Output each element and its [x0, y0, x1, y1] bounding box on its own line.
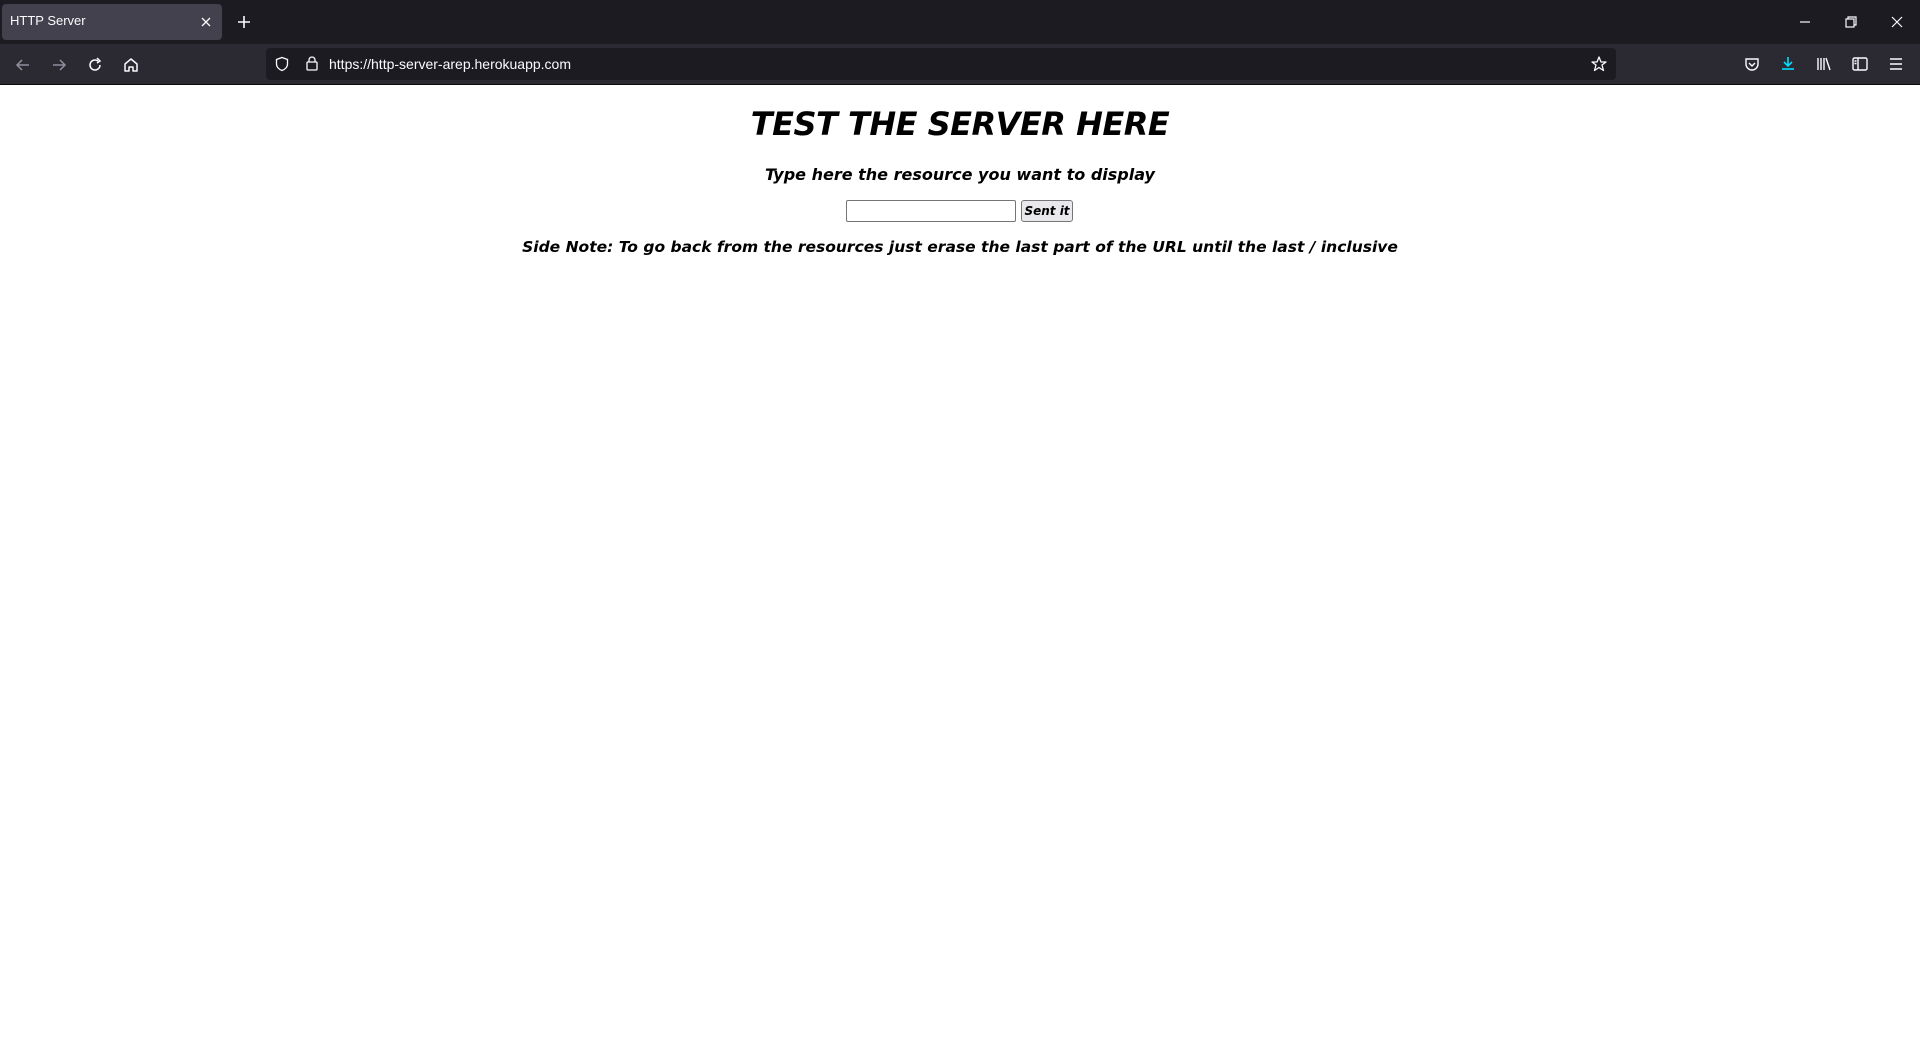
page-content: TEST THE SERVER HERE Type here the resou… — [0, 85, 1920, 1040]
tab-title: HTTP Server — [10, 13, 86, 28]
url-text[interactable]: https://http-server-arep.herokuapp.com — [329, 56, 571, 72]
resource-form: Sent it — [846, 200, 1076, 224]
new-tab-icon[interactable] — [236, 14, 252, 30]
close-window-icon[interactable] — [1889, 14, 1905, 30]
close-tab-icon[interactable] — [200, 16, 212, 28]
resource-input[interactable] — [846, 200, 1016, 222]
minimize-icon[interactable] — [1797, 14, 1813, 30]
tab-bar: HTTP Server — [0, 0, 1920, 44]
back-arrow-icon[interactable] — [14, 56, 32, 74]
navigation-toolbar: https://http-server-arep.herokuapp.com — [0, 44, 1920, 84]
page-title: TEST THE SERVER HERE — [750, 105, 1170, 143]
library-icon[interactable] — [1815, 55, 1833, 73]
send-button[interactable]: Sent it — [1021, 200, 1073, 222]
resource-prompt: Type here the resource you want to displ… — [765, 165, 1155, 184]
reload-icon[interactable] — [86, 56, 104, 74]
pocket-icon[interactable] — [1743, 55, 1761, 73]
sidebar-icon[interactable] — [1851, 55, 1869, 73]
download-icon[interactable] — [1779, 55, 1797, 73]
tracking-protection-shield-icon[interactable] — [274, 56, 290, 72]
bookmark-star-icon[interactable] — [1590, 55, 1608, 73]
address-bar[interactable]: https://http-server-arep.herokuapp.com — [266, 48, 1616, 80]
forward-arrow-icon[interactable] — [50, 56, 68, 74]
restore-icon[interactable] — [1843, 14, 1859, 30]
hamburger-menu-icon[interactable] — [1887, 55, 1905, 73]
tab-http-server[interactable]: HTTP Server — [2, 4, 222, 40]
lock-icon[interactable] — [304, 55, 320, 72]
side-note: Side Note: To go back from the resources… — [522, 238, 1398, 256]
home-icon[interactable] — [122, 56, 140, 74]
